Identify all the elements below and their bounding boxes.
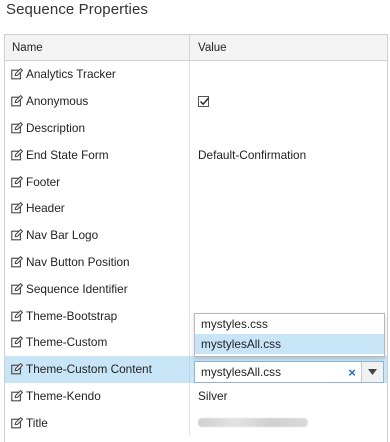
property-value-cell[interactable]	[190, 275, 387, 302]
property-name: Description	[26, 120, 86, 135]
edit-icon	[11, 175, 23, 187]
check-icon	[200, 97, 210, 105]
combobox-value[interactable]: mystylesAll.css	[195, 365, 343, 379]
panel-title: Sequence Properties	[6, 1, 148, 18]
property-name-cell[interactable]: Theme-Custom	[5, 328, 190, 356]
property-name: Header	[26, 201, 65, 216]
property-row[interactable]: Description	[5, 114, 387, 142]
edit-icon	[11, 148, 23, 161]
property-row[interactable]: Header	[5, 194, 387, 222]
edit-icon	[11, 255, 23, 268]
column-header-value[interactable]: Value	[190, 35, 387, 60]
edit-icon	[11, 363, 23, 375]
property-row[interactable]: Analytics Tracker	[5, 61, 387, 88]
property-name: Anonymous	[26, 94, 89, 109]
property-name: Nav Button Position	[26, 254, 130, 269]
property-value: Default-Confirmation	[198, 147, 307, 162]
property-row[interactable]: Footer	[5, 168, 387, 195]
property-value-cell[interactable]	[190, 168, 387, 195]
property-value-cell[interactable]	[190, 222, 387, 249]
property-row[interactable]: Nav Bar Logo	[5, 221, 387, 249]
property-name: Title	[26, 415, 48, 430]
property-name-cell[interactable]: Footer	[5, 168, 190, 195]
property-row[interactable]: End State Form Default-Confirmation	[5, 141, 387, 169]
property-name-cell[interactable]: End State Form	[5, 141, 190, 169]
property-value-cell[interactable]: Default-Confirmation	[190, 141, 387, 168]
property-name-cell[interactable]: Nav Button Position	[5, 248, 190, 276]
property-value-cell[interactable]	[190, 409, 387, 436]
theme-custom-content-combobox[interactable]: mystylesAll.css ×	[194, 361, 384, 383]
edit-icon	[11, 416, 23, 429]
clear-icon[interactable]: ×	[343, 365, 361, 380]
dropdown-popup: mystyles.css mystylesAll.css	[194, 313, 385, 357]
grid-header: Name Value	[5, 35, 387, 61]
property-name-cell[interactable]: Theme-Bootstrap	[5, 302, 190, 329]
property-name-cell[interactable]: Title	[5, 409, 190, 437]
property-name-cell[interactable]: Theme-Custom Content	[5, 355, 190, 383]
dropdown-option-highlighted[interactable]: mystylesAll.css	[195, 334, 384, 354]
property-name-cell[interactable]: Theme-Kendo	[5, 382, 190, 410]
edit-icon	[11, 336, 23, 348]
edit-icon	[11, 121, 23, 134]
property-name-cell[interactable]: Analytics Tracker	[5, 61, 190, 88]
property-value-cell[interactable]	[190, 115, 387, 142]
property-row[interactable]: Anonymous	[5, 87, 387, 115]
property-name: End State Form	[26, 147, 109, 162]
column-header-name[interactable]: Name	[5, 35, 190, 60]
anonymous-checkbox[interactable]	[198, 95, 210, 107]
property-row[interactable]: Title	[5, 409, 387, 437]
edit-icon	[11, 389, 23, 402]
property-name-cell[interactable]: Sequence Identifier	[5, 275, 190, 303]
property-value-cell[interactable]	[190, 249, 387, 276]
property-value-cell[interactable]: Silver	[190, 383, 387, 410]
edit-icon	[11, 309, 23, 321]
edit-icon	[11, 95, 23, 107]
property-name-cell[interactable]: Anonymous	[5, 87, 190, 115]
property-name: Analytics Tracker	[26, 67, 116, 82]
property-name: Theme-Bootstrap	[26, 308, 118, 323]
edit-icon	[11, 68, 23, 80]
property-row[interactable]: Theme-Kendo Silver	[5, 382, 387, 410]
property-name: Footer	[26, 174, 61, 189]
property-name-cell[interactable]: Header	[5, 194, 190, 222]
property-name: Theme-Custom Content	[26, 362, 152, 377]
property-name: Theme-Kendo	[26, 388, 101, 403]
property-name: Nav Bar Logo	[26, 228, 99, 243]
property-name: Theme-Custom	[26, 335, 108, 350]
property-row[interactable]: Sequence Identifier	[5, 275, 387, 303]
edit-icon	[11, 229, 23, 241]
edit-icon	[11, 282, 23, 295]
dropdown-option[interactable]: mystyles.css	[195, 314, 384, 334]
property-name: Sequence Identifier	[26, 281, 128, 296]
edit-icon	[11, 202, 23, 214]
property-value-cell[interactable]	[190, 61, 387, 88]
property-row[interactable]: Nav Button Position	[5, 248, 387, 276]
property-value-cell[interactable]	[190, 88, 387, 115]
property-name-cell[interactable]: Description	[5, 114, 190, 142]
redacted-value	[198, 418, 308, 428]
triangle-down-icon	[368, 369, 377, 375]
property-value: Silver	[198, 388, 228, 403]
property-name-cell[interactable]: Nav Bar Logo	[5, 221, 190, 249]
property-value-cell[interactable]	[190, 195, 387, 222]
dropdown-toggle-button[interactable]	[361, 362, 383, 382]
